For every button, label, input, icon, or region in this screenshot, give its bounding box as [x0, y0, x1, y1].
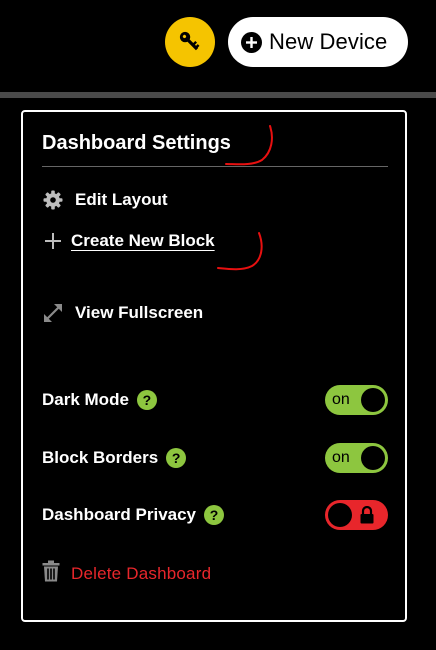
plus-circle-icon: [241, 31, 262, 53]
new-device-label: New Device: [269, 29, 388, 54]
delete-dashboard-label: Delete Dashboard: [71, 563, 212, 583]
create-new-block-button[interactable]: Create New Block: [42, 230, 215, 252]
toggle-knob: [328, 503, 352, 527]
dark-mode-setting: Dark Mode ? on: [42, 384, 388, 416]
panel-title: Dashboard Settings: [42, 132, 231, 154]
toggle-knob: [361, 446, 385, 470]
lock-icon: [359, 505, 375, 529]
toggle-state-text: on: [332, 391, 350, 408]
dashboard-privacy-setting: Dashboard Privacy ?: [42, 499, 388, 531]
header-divider: [0, 92, 436, 98]
key-icon: [179, 31, 200, 51]
toggle-state-text: on: [332, 449, 350, 466]
delete-dashboard-button[interactable]: Delete Dashboard: [42, 560, 211, 587]
block-borders-setting: Block Borders ? on: [42, 442, 388, 474]
help-icon[interactable]: ?: [136, 390, 157, 410]
block-borders-toggle[interactable]: on: [325, 443, 388, 473]
help-icon[interactable]: ?: [204, 505, 225, 525]
block-borders-label: Block Borders: [42, 448, 159, 467]
dashboard-privacy-label: Dashboard Privacy: [42, 505, 197, 524]
dashboard-settings-panel: Dashboard Settings Edit Layout Create Ne…: [21, 110, 407, 622]
top-bar: New Device: [0, 0, 436, 92]
view-fullscreen-label: View Fullscreen: [75, 303, 204, 322]
title-divider: [42, 166, 388, 167]
edit-layout-button[interactable]: Edit Layout: [42, 189, 168, 211]
key-button[interactable]: [165, 17, 215, 67]
gear-icon: [42, 189, 64, 211]
help-icon[interactable]: ?: [166, 448, 187, 468]
dashboard-privacy-toggle[interactable]: [325, 500, 388, 530]
toggle-knob: [361, 388, 385, 412]
dark-mode-toggle[interactable]: on: [325, 385, 388, 415]
dark-mode-label: Dark Mode: [42, 390, 129, 409]
trash-icon: [42, 560, 60, 587]
edit-layout-label: Edit Layout: [75, 190, 168, 209]
plus-icon: [42, 230, 64, 252]
view-fullscreen-button[interactable]: View Fullscreen: [42, 302, 203, 324]
expand-icon: [42, 302, 64, 324]
new-device-button[interactable]: New Device: [228, 17, 408, 67]
create-new-block-label: Create New Block: [71, 231, 215, 250]
